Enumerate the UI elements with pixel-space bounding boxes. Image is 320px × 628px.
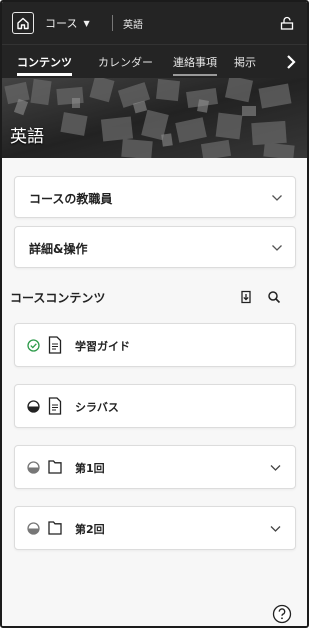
main-content: コースの教職員 詳細&操作 コースコンテンツ 学習ガイド シラバス 第1回 第2…: [2, 158, 307, 626]
half-circle-icon: [27, 400, 40, 413]
app-frame: コース ▼ 英語 コンテンツ カレンダー 連絡事項 掲示 英語 コースの教職員 …: [0, 0, 309, 628]
chevron-down-icon: [272, 195, 282, 201]
course-switcher[interactable]: コース ▼: [45, 2, 90, 44]
accordion-course-faculty[interactable]: コースの教職員: [14, 176, 296, 218]
home-icon: [17, 17, 29, 30]
chevron-down-icon: [272, 245, 282, 251]
content-item-lesson-1[interactable]: 第1回: [14, 445, 296, 489]
divider: [112, 15, 113, 31]
tab-label: 連絡事項: [173, 56, 217, 69]
section-title: コースコンテンツ: [10, 291, 106, 305]
content-item-syllabus[interactable]: シラバス: [14, 384, 296, 428]
tab-label: コンテンツ: [17, 56, 72, 69]
course-switcher-label: コース: [45, 17, 78, 30]
tab-discussions[interactable]: 掲示: [234, 45, 256, 79]
lock-open-icon[interactable]: [279, 15, 295, 31]
check-circle-icon: [27, 339, 40, 352]
half-circle-icon: [27, 522, 40, 535]
accordion-details-actions[interactable]: 詳細&操作: [14, 226, 296, 268]
course-content-header: コースコンテンツ: [2, 287, 307, 311]
course-name: 英語: [123, 19, 143, 31]
chevron-right-icon[interactable]: [285, 54, 297, 70]
tab-contents[interactable]: コンテンツ: [17, 45, 72, 79]
help-icon[interactable]: [272, 604, 292, 624]
banner-title: 英語: [10, 127, 44, 147]
half-circle-icon: [27, 461, 40, 474]
folder-icon: [48, 521, 62, 535]
course-banner: 英語: [2, 78, 307, 158]
accordion-label: コースの教職員: [29, 191, 113, 206]
tab-announcements[interactable]: 連絡事項: [173, 45, 217, 79]
tab-underline: [17, 73, 72, 76]
item-label: 学習ガイド: [75, 340, 130, 353]
tab-underline: [173, 74, 217, 76]
accordion-label: 詳細&操作: [29, 241, 88, 256]
course-tabs: コンテンツ カレンダー 連絡事項 掲示: [2, 44, 307, 78]
tab-label: 掲示: [234, 56, 256, 69]
home-button[interactable]: [12, 12, 34, 34]
content-item-lesson-2[interactable]: 第2回: [14, 506, 296, 550]
banner-image: [2, 78, 307, 158]
content-item-study-guide[interactable]: 学習ガイド: [14, 323, 296, 367]
tab-label: カレンダー: [98, 56, 153, 69]
item-label: 第1回: [75, 462, 105, 475]
search-icon[interactable]: [267, 290, 281, 304]
chevron-down-icon[interactable]: [270, 464, 281, 472]
folder-icon: [48, 460, 62, 474]
caret-down-icon: ▼: [83, 18, 90, 28]
download-icon[interactable]: [239, 290, 253, 304]
tab-calendar[interactable]: カレンダー: [98, 45, 153, 79]
chevron-down-icon[interactable]: [270, 525, 281, 533]
document-icon: [48, 336, 62, 354]
document-icon: [48, 397, 62, 415]
top-bar: コース ▼ 英語: [2, 2, 307, 44]
item-label: 第2回: [75, 523, 105, 536]
item-label: シラバス: [75, 401, 119, 414]
